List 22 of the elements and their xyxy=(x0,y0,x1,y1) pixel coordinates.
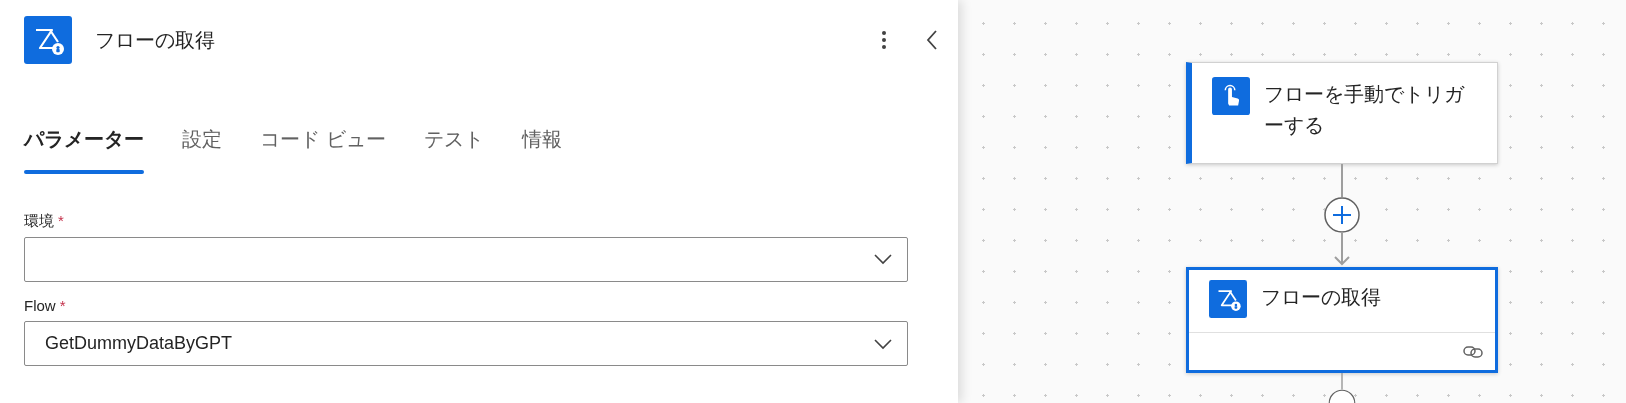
tab[interactable]: 設定 xyxy=(182,120,222,174)
required-asterisk: * xyxy=(58,211,64,231)
flow-icon xyxy=(1209,280,1247,318)
chevron-down-icon xyxy=(873,337,893,350)
hand-pointer-icon xyxy=(1212,77,1250,115)
tab[interactable]: パラメーター xyxy=(24,120,144,174)
tab[interactable]: テスト xyxy=(423,120,484,174)
node-title: フローの取得 xyxy=(1261,285,1381,310)
tab[interactable]: 情報 xyxy=(521,120,562,174)
dropdown-field[interactable] xyxy=(24,236,908,282)
link-icon xyxy=(1463,344,1483,359)
field-label: 環境 xyxy=(24,211,54,231)
flow-node-card[interactable]: フローの取得 xyxy=(1186,267,1498,373)
flow-node-card[interactable]: フローを手動でトリガーする xyxy=(1186,62,1498,164)
tab[interactable]: コード ビュー xyxy=(260,120,386,174)
node-title: フローを手動でトリガーする xyxy=(1264,82,1466,138)
dropdown-field[interactable]: GetDummyDataByGPT xyxy=(24,321,908,366)
field-label: Flow xyxy=(24,295,56,316)
required-asterisk: * xyxy=(59,295,66,316)
chevron-down-icon xyxy=(873,253,893,265)
panel-title: フローの取得 xyxy=(95,28,215,53)
flow-icon xyxy=(24,16,72,64)
